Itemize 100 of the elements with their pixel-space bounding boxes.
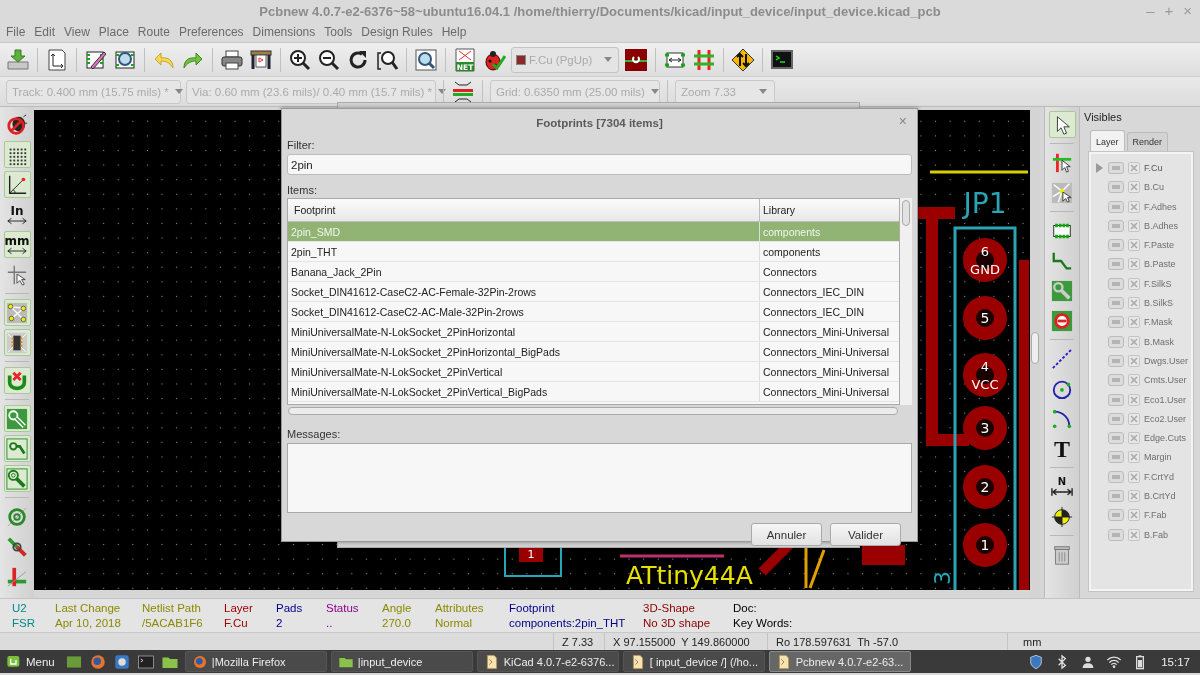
column-header[interactable]: Library [760, 199, 796, 221]
polar-coordinates-button[interactable] [3, 171, 31, 198]
table-row[interactable]: MiniUniversalMate-N-LokSocket_2PinVertical Connectors_Mini-Universal [288, 362, 899, 382]
taskbar-button[interactable]: [ input_device /] (/ho... [622, 651, 765, 672]
color-swatch[interactable] [1108, 432, 1124, 445]
layer-name[interactable]: Eco1.User [1144, 394, 1187, 405]
plotter-icon[interactable] [249, 47, 273, 72]
layer-name[interactable]: F.CrtYd [1144, 471, 1174, 482]
globe-icon[interactable] [88, 652, 107, 671]
scrollbar[interactable] [288, 407, 898, 415]
checkbox[interactable] [1128, 393, 1140, 406]
clock[interactable]: 15:17 [1161, 655, 1190, 668]
filter-field[interactable]: 2pin [287, 154, 912, 175]
add-text-button[interactable]: T [1048, 435, 1076, 462]
color-swatch[interactable] [1108, 219, 1124, 232]
auto-delete-track-button[interactable] [3, 367, 31, 394]
menu-item[interactable]: Tools [322, 25, 359, 39]
layer-name[interactable]: Eco2.User [1144, 413, 1187, 424]
save-tray-icon[interactable] [6, 47, 30, 72]
table-row[interactable]: 2pin_THT components [288, 242, 899, 262]
ratsnest-button[interactable] [3, 299, 31, 326]
scrollbar-thumb[interactable] [902, 200, 910, 226]
color-swatch[interactable] [1108, 490, 1124, 503]
inch-units-button[interactable]: In [3, 201, 31, 228]
layer-name[interactable]: B.Mask [1144, 336, 1174, 347]
layer-name[interactable]: B.SilkS [1144, 298, 1173, 309]
warning-arrows-icon[interactable] [731, 47, 755, 72]
layer-name[interactable]: B.Paste [1144, 259, 1176, 270]
app-window-icon[interactable] [112, 652, 131, 671]
mm-units-button[interactable]: mm [3, 231, 31, 258]
layer-name[interactable]: B.Cu [1144, 182, 1164, 193]
color-swatch[interactable] [1108, 258, 1124, 271]
ok-button[interactable]: Valider [830, 523, 901, 546]
color-swatch[interactable] [1108, 528, 1124, 541]
table-row[interactable]: MiniUniversalMate-N-LokSocket_2PinVertical_BigPads Connectors_Mini-Universal [288, 382, 899, 402]
checkbox[interactable] [1128, 470, 1140, 483]
table-row[interactable]: 2pin_SMD components [288, 222, 899, 242]
layer-name[interactable]: Dwgs.User [1144, 355, 1188, 366]
color-swatch[interactable] [1108, 393, 1124, 406]
layer-name[interactable]: F.Fab [1144, 510, 1167, 521]
zoom-in-icon[interactable] [288, 47, 312, 72]
checkbox[interactable] [1128, 162, 1140, 174]
color-swatch[interactable] [1108, 470, 1124, 483]
taskbar-button[interactable]: |Mozilla Firefox [184, 651, 327, 672]
menu-item[interactable]: Edit [32, 25, 62, 39]
layer-name[interactable]: F.SilkS [1144, 278, 1172, 289]
taskbar-button[interactable]: KiCad 4.0.7-e2-6376... [476, 651, 619, 672]
track-grid-icon[interactable] [692, 47, 716, 72]
tab[interactable]: Layer [1090, 130, 1125, 151]
color-swatch[interactable] [1108, 239, 1124, 252]
terminal-icon[interactable] [770, 47, 794, 72]
add-dimension-button[interactable]: N [1048, 473, 1076, 500]
menu-item[interactable]: Help [439, 25, 473, 39]
checkbox[interactable] [1128, 490, 1140, 503]
layer-pair-icon[interactable] [624, 47, 648, 72]
layer-name[interactable]: Edge.Cuts [1144, 433, 1187, 444]
menu-item[interactable]: View [62, 25, 96, 39]
layer-name[interactable]: B.CrtYd [1144, 491, 1176, 502]
scrollbar[interactable] [900, 198, 912, 405]
color-swatch[interactable] [1108, 412, 1124, 425]
checkbox[interactable] [1128, 412, 1140, 425]
checkbox[interactable] [1128, 335, 1140, 348]
table-row[interactable]: Socket_DIN41612-CaseC2-AC-Male-32Pin-2rows Connectors_IEC_DIN [288, 302, 899, 322]
checkbox[interactable] [1128, 432, 1140, 445]
shield-icon[interactable] [1028, 653, 1045, 670]
layer-name[interactable]: Margin [1144, 452, 1172, 463]
tab[interactable]: Render [1126, 132, 1169, 151]
checkbox[interactable] [1128, 316, 1140, 329]
menu-item[interactable]: File [4, 25, 32, 39]
table-row[interactable]: MiniUniversalMate-N-LokSocket_2PinHorizontal Connectors_Mini-Universal [288, 322, 899, 342]
table-row[interactable]: Socket_DIN41612-CaseC2-AC-Female-32Pin-2rows Connectors_IEC_DIN [288, 282, 899, 302]
color-swatch[interactable] [1108, 335, 1124, 348]
taskbar-button[interactable]: Pcbnew 4.0.7-e2-63... [768, 651, 911, 672]
layer-name[interactable]: F.Cu [1144, 163, 1163, 173]
color-swatch[interactable] [1108, 181, 1124, 194]
cancel-button[interactable]: Annuler [751, 523, 822, 546]
column-header[interactable]: Footprint [288, 199, 760, 221]
checkbox[interactable] [1128, 354, 1140, 367]
select-button[interactable] [1048, 111, 1076, 138]
color-swatch[interactable] [1108, 277, 1124, 290]
scrollbar-thumb[interactable] [1031, 332, 1039, 364]
menu-item[interactable]: Dimensions [250, 25, 322, 39]
menu-item[interactable]: Place [96, 25, 135, 39]
page-axes-icon[interactable] [45, 47, 69, 72]
layer-name[interactable]: F.Paste [1144, 240, 1174, 251]
color-swatch[interactable] [1108, 354, 1124, 367]
checkbox[interactable] [1128, 219, 1140, 232]
track-sketch-button[interactable] [3, 435, 31, 462]
checkbox[interactable] [1128, 200, 1140, 213]
checkbox[interactable] [1128, 297, 1140, 310]
table-row[interactable]: Banana_Jack_2Pin Connectors [288, 262, 899, 282]
checkbox[interactable] [1128, 239, 1140, 252]
layer-name[interactable]: F.Adhes [1144, 201, 1177, 212]
taskbar-button[interactable]: |input_device [330, 651, 473, 672]
color-swatch[interactable] [1108, 374, 1124, 387]
module-ratsnest-button[interactable] [3, 329, 31, 356]
checkbox[interactable] [1128, 509, 1140, 522]
color-swatch[interactable] [1108, 509, 1124, 522]
layer-name[interactable]: B.Fab [1144, 529, 1168, 540]
color-swatch[interactable] [1108, 162, 1124, 174]
